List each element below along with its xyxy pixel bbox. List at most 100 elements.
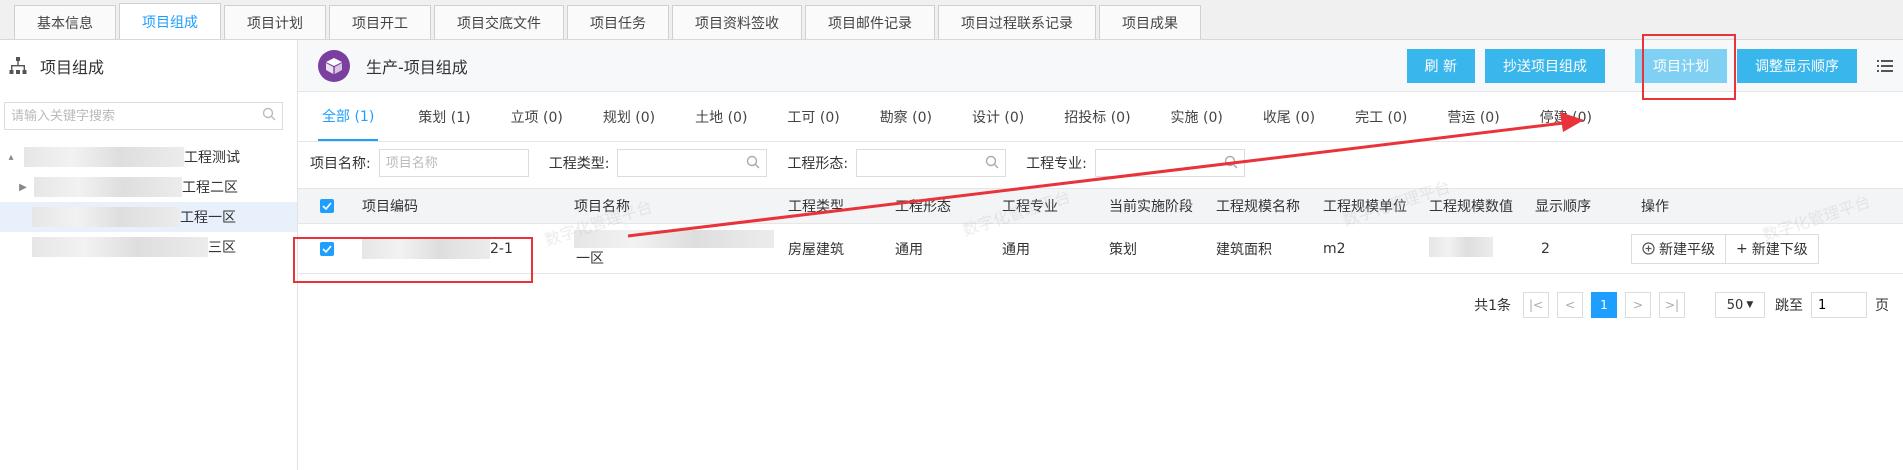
tab-project-plan[interactable]: 项目计划	[224, 5, 326, 39]
page-size-select[interactable]: 50 ▼	[1715, 292, 1765, 318]
cell-scale-value	[1429, 236, 1535, 261]
plus-circle-icon	[1642, 242, 1655, 255]
first-page-icon[interactable]: |<	[1523, 292, 1549, 318]
project-spec-select[interactable]	[1094, 149, 1245, 177]
stage-tab-feasibility[interactable]: 工可 (0)	[787, 93, 839, 141]
row-checkbox[interactable]	[298, 241, 362, 256]
search-icon[interactable]	[746, 155, 760, 173]
cc-composition-button[interactable]: 抄送项目组成	[1485, 48, 1605, 83]
filter-bar: 项目名称: 工程类型: 工程形态: 工程专业:	[298, 142, 1903, 184]
tree-node-label: 工程测试	[184, 150, 240, 166]
cell-scale-unit: m2	[1323, 240, 1346, 257]
table-header: 项目编码 项目名称 工程类型 工程形态 工程专业 当前实施阶段 工程规模名称 工…	[298, 188, 1903, 224]
check-icon[interactable]	[320, 241, 334, 256]
stage-tab-implementation[interactable]: 实施 (0)	[1171, 93, 1223, 141]
stage-tab-closing[interactable]: 收尾 (0)	[1263, 93, 1315, 141]
next-page-icon[interactable]: >	[1625, 292, 1651, 318]
prev-page-icon[interactable]: <	[1557, 292, 1583, 318]
new-child-button[interactable]: + 新建下级	[1726, 233, 1819, 264]
project-name-input[interactable]	[378, 149, 529, 177]
stage-tab-operation[interactable]: 营运 (0)	[1447, 93, 1499, 141]
col-order: 显示顺序	[1535, 199, 1591, 215]
tree-search-input[interactable]	[11, 108, 262, 124]
caret-right-icon[interactable]: ▶	[16, 182, 30, 193]
main-content: 生产-项目组成 刷 新 抄送项目组成 项目计划 调整显示顺序 全部 (1) 策划…	[298, 40, 1903, 470]
tab-mail-records[interactable]: 项目邮件记录	[805, 5, 935, 39]
refresh-button[interactable]: 刷 新	[1406, 48, 1475, 83]
stage-tab-survey[interactable]: 勘察 (0)	[880, 93, 932, 141]
stage-tab-completed[interactable]: 完工 (0)	[1355, 93, 1407, 141]
plus-icon: +	[1736, 240, 1748, 257]
tab-contact-records[interactable]: 项目过程联系记录	[938, 5, 1096, 39]
stage-tab-bidding[interactable]: 招投标 (0)	[1064, 93, 1130, 141]
redacted-text	[574, 229, 774, 248]
cell-spec: 通用	[1002, 241, 1030, 258]
header-actions: 刷 新 抄送项目组成 项目计划 调整显示顺序	[1397, 48, 1903, 83]
tree-node-area-3[interactable]: 三区	[0, 232, 297, 262]
tab-project-composition[interactable]: 项目组成	[119, 3, 221, 39]
tree-node-label: 工程二区	[182, 180, 238, 196]
col-scale-unit: 工程规模单位	[1323, 199, 1407, 215]
cube-icon	[318, 49, 350, 82]
tree-node-root[interactable]: ▴ 工程测试	[0, 142, 297, 172]
tab-basic-info[interactable]: 基本信息	[14, 5, 116, 39]
tree-node-area-1[interactable]: 工程一区	[0, 202, 297, 232]
stage-tab-all[interactable]: 全部 (1)	[318, 93, 379, 141]
new-sibling-button[interactable]: 新建平级	[1631, 233, 1726, 264]
total-count: 共1条	[1474, 298, 1511, 314]
tree-panel: 项目组成 ▴ 工程测试 ▶ 工程二区 工程一区 三区	[0, 40, 298, 470]
tree-node-label: 工程一区	[180, 210, 236, 226]
page-number[interactable]: 1	[1591, 292, 1617, 318]
main-header: 生产-项目组成 刷 新 抄送项目组成 项目计划 调整显示顺序	[298, 40, 1903, 92]
tree-panel-title: 项目组成	[40, 58, 105, 77]
redacted-text	[32, 207, 180, 227]
project-type-select[interactable]	[617, 149, 768, 177]
tab-project-start[interactable]: 项目开工	[329, 5, 431, 39]
stage-tab-design[interactable]: 设计 (0)	[972, 93, 1024, 141]
tree-search-box[interactable]	[4, 102, 283, 130]
project-plan-button[interactable]: 项目计划	[1635, 48, 1727, 83]
jump-page-input[interactable]	[1811, 292, 1867, 318]
search-icon[interactable]	[1224, 155, 1238, 173]
page-title: 生产-项目组成	[366, 57, 468, 77]
last-page-icon[interactable]: >|	[1659, 292, 1685, 318]
new-sibling-label: 新建平级	[1659, 241, 1715, 258]
project-form-select[interactable]	[856, 149, 1007, 177]
tree-node-area-2[interactable]: ▶ 工程二区	[0, 172, 297, 202]
select-all-checkbox[interactable]	[298, 199, 362, 213]
stage-tab-suspended[interactable]: 停建 (0)	[1540, 93, 1592, 141]
search-icon[interactable]	[262, 107, 276, 125]
col-name: 项目名称	[574, 199, 630, 215]
caret-down-icon[interactable]: ▴	[4, 152, 18, 163]
stage-tab-planning[interactable]: 策划 (1)	[418, 93, 470, 141]
project-table: 项目编码 项目名称 工程类型 工程形态 工程专业 当前实施阶段 工程规模名称 工…	[298, 188, 1903, 274]
filter-name-label: 项目名称:	[310, 156, 371, 172]
page-unit-label: 页	[1875, 298, 1889, 314]
check-icon[interactable]	[320, 199, 334, 213]
stage-tab-approval[interactable]: 立项 (0)	[511, 93, 563, 141]
new-child-label: 新建下级	[1751, 241, 1808, 258]
table-row[interactable]: 2-1 一区 房屋建筑 通用 通用 策划 建筑面积 m2 2 新建平级 + 新建…	[298, 224, 1903, 274]
col-scale-name: 工程规模名称	[1216, 199, 1300, 215]
stage-tab-land[interactable]: 土地 (0)	[695, 93, 747, 141]
col-form: 工程形态	[895, 199, 951, 215]
cell-code-text: 2-1	[490, 240, 513, 257]
tab-project-tasks[interactable]: 项目任务	[567, 5, 669, 39]
adjust-order-button[interactable]: 调整显示顺序	[1737, 48, 1857, 83]
tree-node-label: 三区	[208, 240, 236, 256]
tab-document-receipt[interactable]: 项目资料签收	[672, 5, 802, 39]
col-stage: 当前实施阶段	[1109, 199, 1193, 215]
cell-scale-name: 建筑面积	[1216, 241, 1272, 258]
list-menu-icon[interactable]	[1867, 49, 1903, 83]
tab-project-results[interactable]: 项目成果	[1099, 5, 1201, 39]
cell-name: 一区	[574, 229, 788, 268]
redacted-text	[32, 237, 208, 257]
cell-actions: 新建平级 + 新建下级	[1631, 233, 1831, 264]
stage-tab-layout[interactable]: 规划 (0)	[603, 93, 655, 141]
cell-form: 通用	[895, 241, 923, 258]
search-icon[interactable]	[985, 155, 999, 173]
cell-name-text: 一区	[576, 250, 604, 267]
tab-handover-files[interactable]: 项目交底文件	[434, 5, 564, 39]
top-tab-bar: 基本信息 项目组成 项目计划 项目开工 项目交底文件 项目任务 项目资料签收 项…	[0, 0, 1903, 40]
stage-tab-bar: 全部 (1) 策划 (1) 立项 (0) 规划 (0) 土地 (0) 工可 (0…	[298, 92, 1903, 142]
